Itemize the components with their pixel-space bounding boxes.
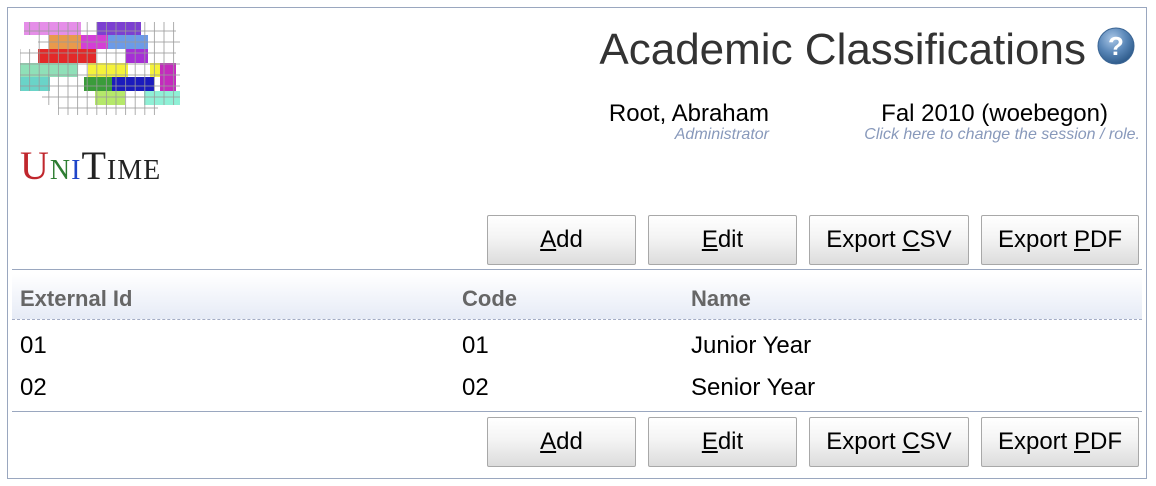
user-name: Root, Abraham	[608, 100, 769, 127]
top-button-bar: Add Edit Export C SV Export P DF	[487, 215, 1139, 265]
table-bottom-divider	[12, 411, 1142, 412]
column-header-external-id[interactable]: External Id	[20, 286, 132, 312]
logo-letter-i: I	[71, 155, 82, 186]
cell-code: 02	[462, 374, 489, 401]
help-icon[interactable]: ?	[1096, 26, 1136, 66]
add-button[interactable]: Add	[487, 215, 636, 265]
session-name[interactable]: Fal 2010 (woebegon)	[881, 100, 1108, 128]
edit-button[interactable]: Edit	[648, 417, 797, 467]
logo-letter-u: U	[20, 143, 50, 188]
unitime-logo[interactable]: UNITIME	[20, 20, 180, 190]
export-csv-button[interactable]: Export C SV	[809, 417, 969, 467]
bottom-button-bar: Add Edit Export C SV Export P DF	[487, 417, 1139, 467]
help-glyph: ?	[1108, 31, 1124, 61]
page-frame: UNITIME Academic Classifications ? Root,…	[7, 7, 1147, 479]
cell-external-id: 01	[20, 332, 47, 359]
add-button[interactable]: Add	[487, 417, 636, 467]
change-session-link[interactable]: Click here to change the session / role.	[864, 126, 1140, 144]
table-row[interactable]: 02 02 Senior Year	[12, 368, 1142, 410]
column-header-name[interactable]: Name	[691, 286, 751, 312]
cell-name: Senior Year	[691, 374, 816, 401]
table-header: External Id Code Name	[12, 274, 1142, 320]
export-pdf-button[interactable]: Export P DF	[981, 417, 1139, 467]
user-role: Administrator	[674, 126, 769, 143]
logo-letter-n: N	[49, 155, 72, 186]
column-header-code[interactable]: Code	[462, 286, 517, 312]
table-top-divider	[12, 269, 1142, 270]
cell-name: Junior Year	[691, 332, 812, 359]
table-row[interactable]: 01 01 Junior Year	[12, 326, 1142, 368]
logo-letter-t: T	[81, 143, 107, 188]
cell-code: 01	[462, 332, 489, 359]
page-title: Academic Classifications	[599, 25, 1086, 74]
cell-external-id: 02	[20, 374, 47, 401]
edit-button[interactable]: Edit	[648, 215, 797, 265]
export-pdf-button[interactable]: Export P DF	[981, 215, 1139, 265]
logo-letters-ime: IME	[106, 155, 162, 186]
export-csv-button[interactable]: Export C SV	[809, 215, 969, 265]
timetable-grid-icon	[20, 22, 180, 115]
unitime-wordmark: UNITIME	[20, 142, 190, 190]
